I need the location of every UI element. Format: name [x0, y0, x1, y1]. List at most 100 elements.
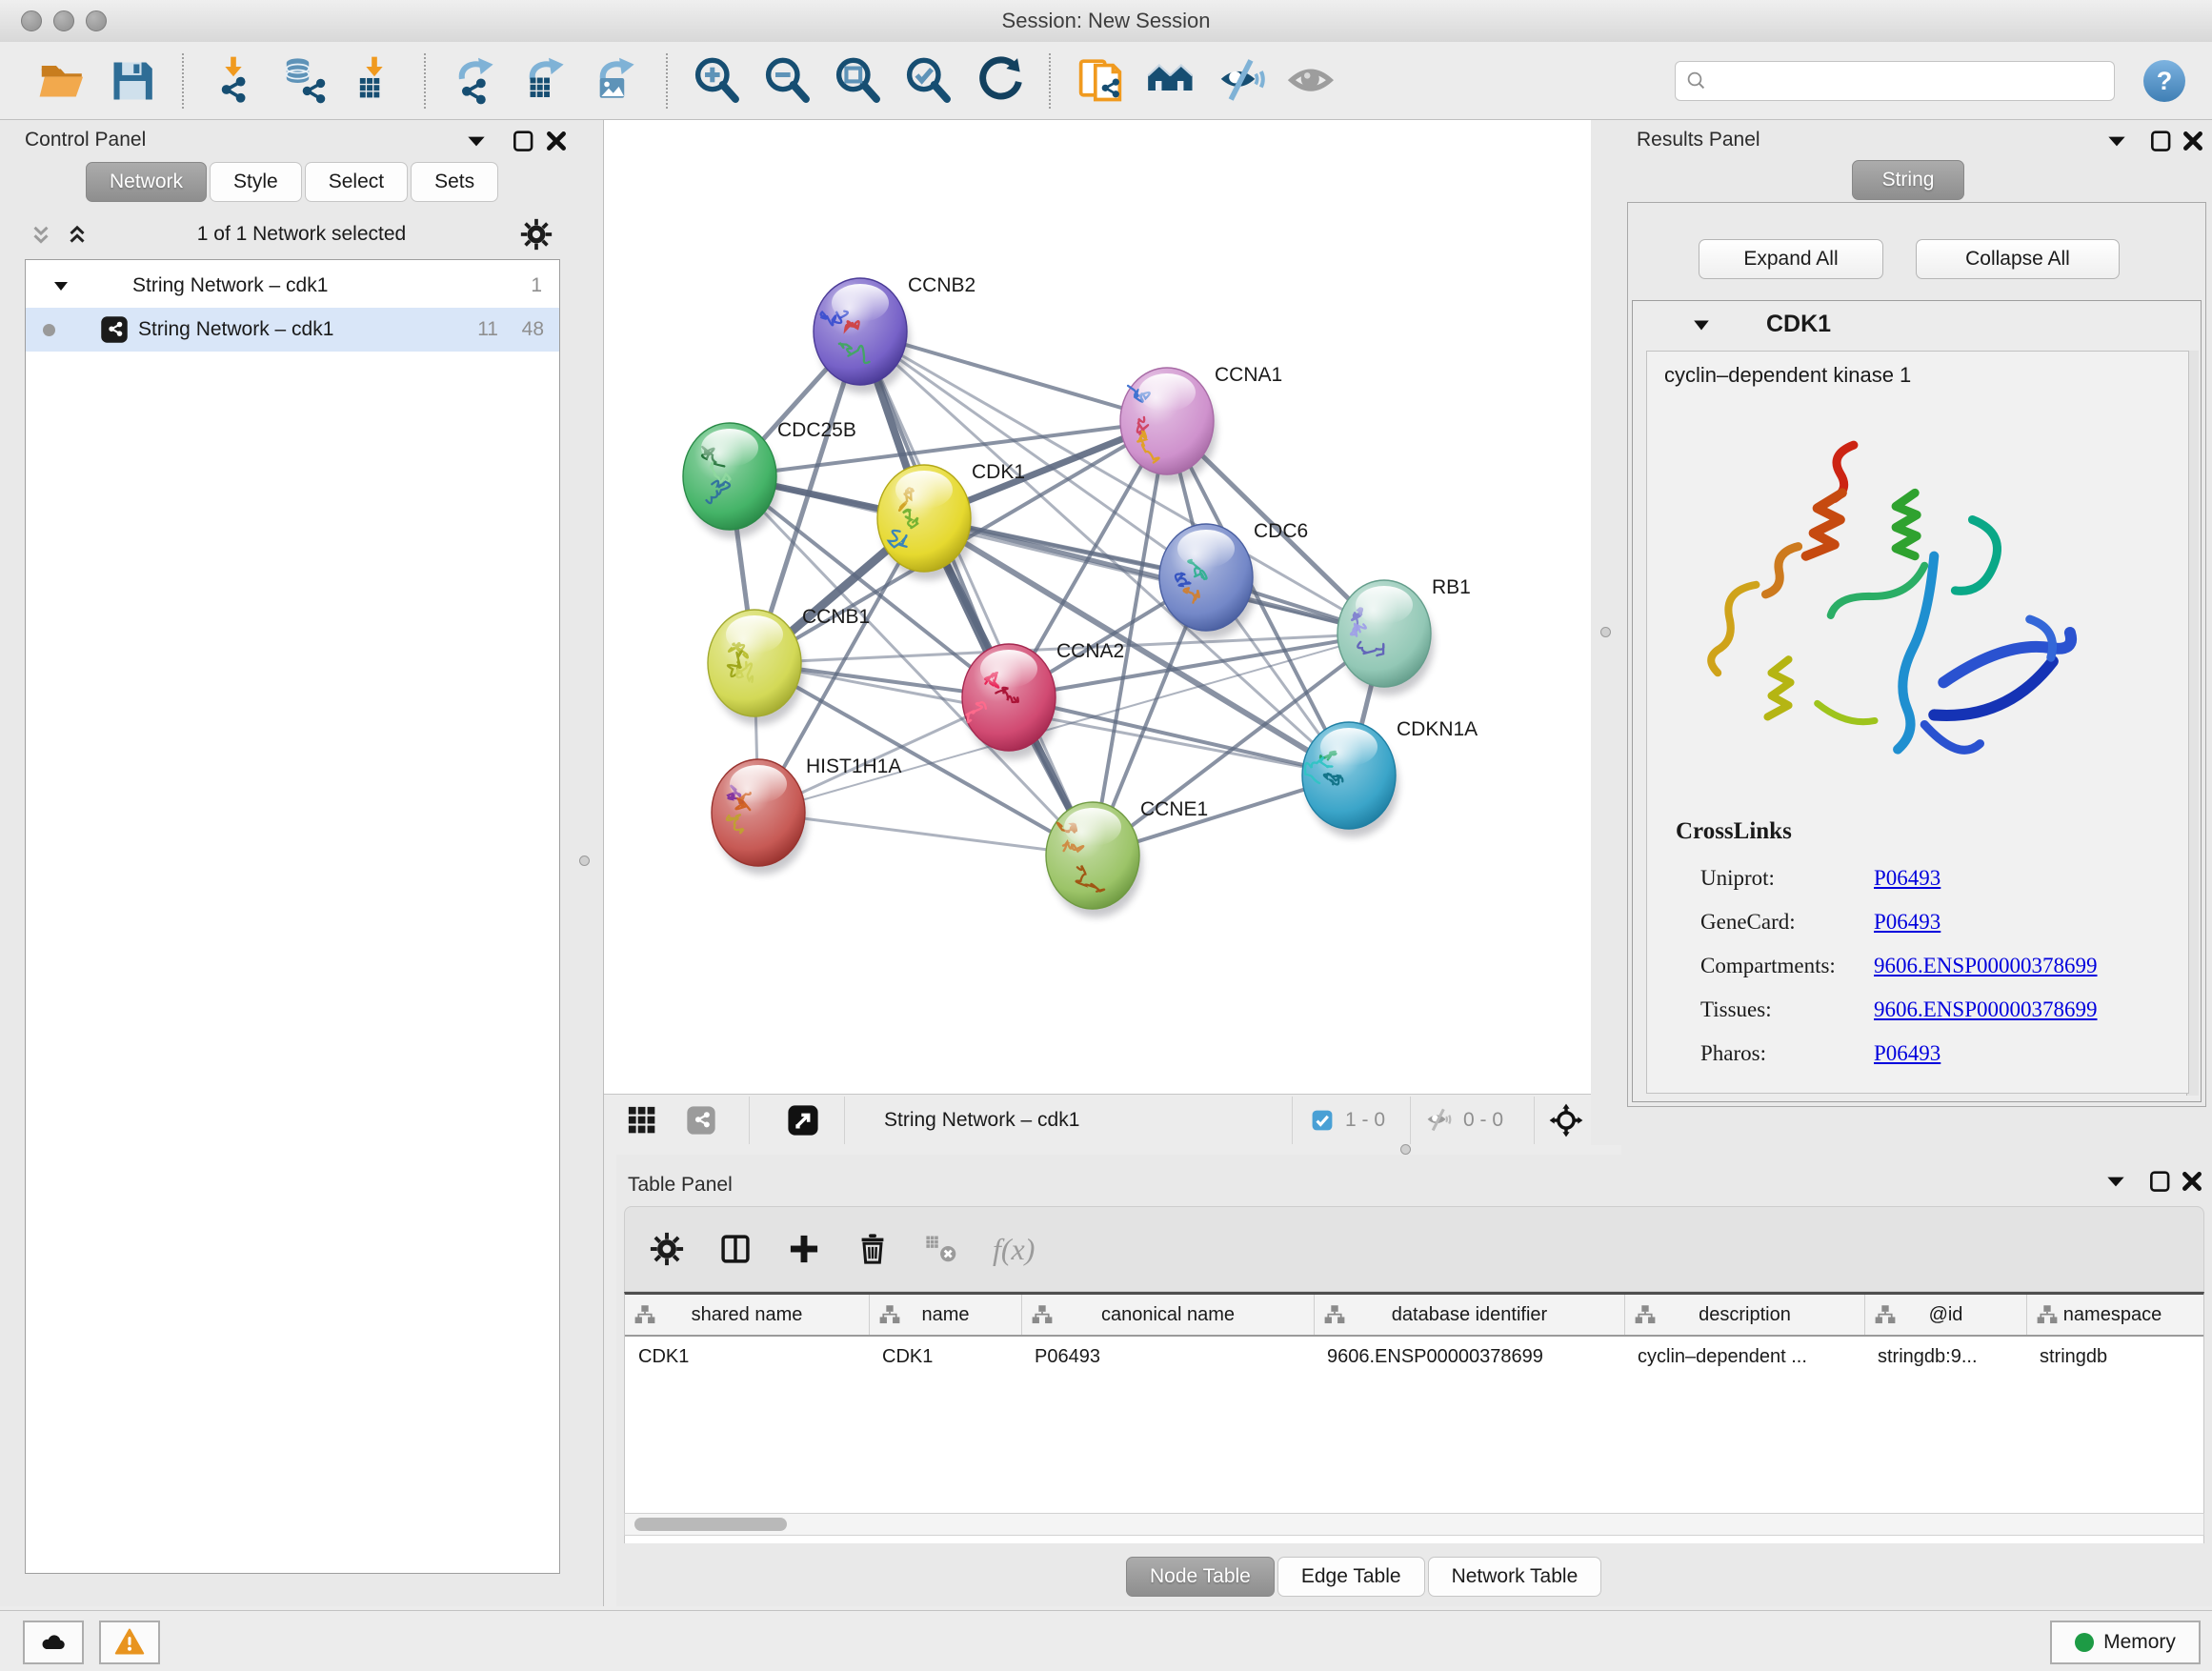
table-cell[interactable]: cyclin–dependent ... [1624, 1337, 1864, 1377]
network-node-CCNB1[interactable] [708, 610, 804, 725]
collapse-all-button[interactable]: Collapse All [1916, 239, 2120, 279]
cloud-status-button[interactable] [23, 1621, 84, 1664]
show-columns-icon[interactable] [718, 1232, 753, 1266]
network-row-selected[interactable]: String Network – cdk1 11 48 [26, 308, 559, 352]
column-header-id[interactable]: @id [1864, 1295, 2026, 1335]
crosslink-link[interactable]: P06493 [1874, 1032, 1941, 1076]
table-cell[interactable]: 9606.ENSP00000378699 [1314, 1337, 1624, 1377]
string-view-icon[interactable] [686, 1105, 716, 1136]
table-cell[interactable]: stringdb:9... [1864, 1337, 2026, 1377]
fit-content-crosshair-icon[interactable] [1549, 1103, 1583, 1137]
tab-network[interactable]: Network [86, 162, 207, 202]
table-cell[interactable]: P06493 [1021, 1337, 1314, 1377]
column-header-database-identifier[interactable]: database identifier [1314, 1295, 1624, 1335]
table-cell[interactable]: stringdb [2026, 1337, 2198, 1377]
tab-string[interactable]: String [1852, 160, 1964, 200]
table-cell[interactable]: CDK1 [625, 1337, 869, 1377]
network-node-CDK1[interactable] [877, 465, 974, 580]
crosslink-link[interactable]: P06493 [1874, 856, 1941, 900]
network-node-CCNA2[interactable] [962, 644, 1058, 759]
network-node-CCNE1[interactable] [1046, 802, 1142, 917]
home-icon[interactable] [1146, 56, 1196, 106]
table-cell[interactable]: CDK1 [869, 1337, 1021, 1377]
import-table-icon[interactable] [350, 56, 399, 106]
save-icon[interactable] [108, 56, 157, 106]
close-panel-icon[interactable] [543, 129, 570, 153]
network-node-HIST1H1A[interactable] [712, 759, 808, 875]
expand-all-button[interactable]: Expand All [1699, 239, 1883, 279]
document-share-icon[interactable] [1076, 56, 1125, 106]
table-hscrollbar-thumb[interactable] [634, 1518, 787, 1531]
crosslink-label: GeneCard: [1700, 900, 1796, 944]
column-header-name[interactable]: name [869, 1295, 1021, 1335]
crosslink-row: GeneCard: P06493 [1647, 900, 2188, 944]
left-splitter-handle[interactable] [579, 856, 590, 866]
help-button[interactable]: ? [2143, 60, 2185, 102]
zoom-in-icon[interactable] [693, 56, 742, 106]
tab-node-table[interactable]: Node Table [1126, 1557, 1275, 1597]
tab-select[interactable]: Select [305, 162, 408, 202]
add-column-icon[interactable] [787, 1232, 821, 1266]
export-table-icon[interactable] [521, 56, 571, 106]
crosslink-link[interactable]: P06493 [1874, 900, 1941, 944]
network-canvas[interactable]: CCNB2CCNA1CDC25BCDK1CDC6RB1CCNB1CCNA2CDK… [604, 120, 1591, 1094]
tab-sets[interactable]: Sets [411, 162, 498, 202]
collection-expander-icon[interactable] [52, 278, 70, 293]
network-options-gear-icon[interactable] [520, 218, 553, 251]
network-node-RB1[interactable] [1337, 580, 1434, 695]
toolbar-search[interactable] [1675, 61, 2115, 101]
hide-eye-icon[interactable] [1217, 56, 1266, 106]
zoom-selected-icon[interactable] [904, 56, 954, 106]
table-body: CDK1CDK1P064939606.ENSP00000378699cyclin… [625, 1337, 2203, 1377]
open-folder-icon[interactable] [37, 56, 87, 106]
network-node-CDKN1A[interactable] [1302, 722, 1398, 837]
crosslink-link[interactable]: 9606.ENSP00000378699 [1874, 944, 2098, 988]
right-splitter-handle[interactable] [1600, 627, 1611, 637]
network-node-CDC6[interactable] [1159, 524, 1256, 639]
network-edge[interactable] [1009, 697, 1349, 775]
column-header-shared-name[interactable]: shared name [625, 1295, 869, 1335]
network-node-CCNA1[interactable] [1120, 368, 1217, 483]
grid-view-icon[interactable] [627, 1105, 657, 1136]
table-float-icon[interactable] [2146, 1169, 2173, 1194]
column-header-label: description [1699, 1304, 1791, 1326]
results-close-icon[interactable] [2180, 129, 2206, 153]
refresh-icon[interactable] [975, 56, 1024, 106]
network-collection-row[interactable]: String Network – cdk1 1 [26, 264, 559, 308]
delete-column-icon[interactable] [855, 1232, 890, 1266]
table-close-icon[interactable] [2179, 1169, 2205, 1194]
zoom-fit-icon[interactable] [834, 56, 883, 106]
selected-checkbox-icon[interactable] [1311, 1109, 1334, 1132]
column-header-description[interactable]: description [1624, 1295, 1864, 1335]
column-header-canonical-name[interactable]: canonical name [1021, 1295, 1314, 1335]
zoom-out-icon[interactable] [763, 56, 813, 106]
table-hscrollbar[interactable] [624, 1513, 2204, 1536]
bottom-splitter-handle[interactable] [1400, 1144, 1411, 1155]
export-image-icon[interactable] [592, 56, 641, 106]
eye-icon[interactable] [1287, 56, 1337, 106]
table-settings-gear-icon[interactable] [650, 1232, 684, 1266]
results-float-icon[interactable] [2147, 129, 2174, 153]
panel-menu-icon[interactable] [463, 130, 490, 154]
protein-expander-icon[interactable] [1692, 316, 1711, 333]
results-menu-icon[interactable] [2103, 130, 2130, 154]
import-network-icon[interactable] [209, 56, 258, 106]
network-edge[interactable] [758, 813, 1093, 856]
birdseye-view-icon[interactable] [787, 1104, 819, 1137]
tab-style[interactable]: Style [210, 162, 302, 202]
memory-button[interactable]: Memory [2050, 1621, 2201, 1664]
export-network-icon[interactable] [451, 56, 500, 106]
float-panel-icon[interactable] [510, 129, 536, 153]
column-header-namespace[interactable]: namespace [2026, 1295, 2198, 1335]
search-input[interactable] [1716, 69, 2104, 92]
crosslink-link[interactable]: 9606.ENSP00000378699 [1874, 988, 2098, 1032]
network-node-CCNB2[interactable] [814, 278, 910, 393]
tab-edge-table[interactable]: Edge Table [1277, 1557, 1425, 1597]
selected-nodes-edges-count: 1 - 0 [1345, 1095, 1385, 1146]
network-node-CDC25B[interactable] [683, 423, 779, 538]
import-database-icon[interactable] [279, 56, 329, 106]
table-menu-icon[interactable] [2102, 1170, 2129, 1195]
hidden-eye-slash-icon[interactable] [1425, 1107, 1452, 1134]
tab-network-table[interactable]: Network Table [1428, 1557, 1602, 1597]
warnings-button[interactable] [99, 1621, 160, 1664]
